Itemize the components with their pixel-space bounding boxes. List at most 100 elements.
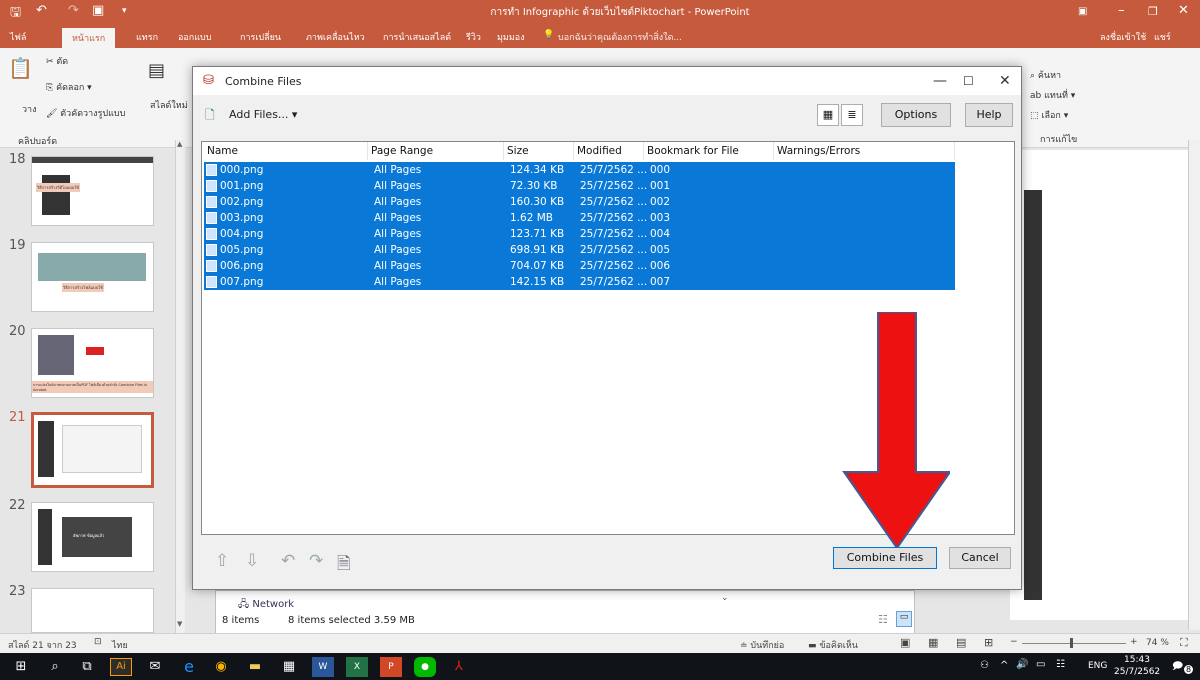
tab-animations[interactable]: ภาพเคลื่อนไหว xyxy=(306,30,365,44)
illustrator-icon[interactable]: Ai xyxy=(110,658,132,676)
cancel-button[interactable]: Cancel xyxy=(949,547,1011,569)
fit-window-icon[interactable]: ⛶ xyxy=(1180,636,1188,650)
new-slide-icon[interactable]: ▤ xyxy=(148,60,165,81)
zoom-in-icon[interactable]: + xyxy=(1130,637,1138,647)
tab-file[interactable]: ไฟล์ xyxy=(10,30,26,44)
col-bookmark[interactable]: Bookmark for File xyxy=(644,142,774,160)
spellcheck-icon[interactable]: ⊡ xyxy=(94,637,102,647)
dialog-maximize-icon[interactable]: ☐ xyxy=(963,74,974,88)
calculator-icon[interactable]: ▦ xyxy=(278,657,300,677)
move-up-icon[interactable]: ⇧ xyxy=(215,551,229,571)
close-icon[interactable]: ✕ xyxy=(1178,3,1189,18)
notes-button[interactable]: ≐ บันทึกย่อ xyxy=(740,638,784,652)
scroll-down-icon[interactable]: ▼ xyxy=(177,620,182,628)
cut-button[interactable]: ✂ ตัด xyxy=(46,54,68,68)
col-modified[interactable]: Modified xyxy=(574,142,644,160)
reading-view-icon[interactable]: ▤ xyxy=(956,636,966,649)
move-down-icon[interactable]: ⇩ xyxy=(245,551,259,571)
main-scrollbar[interactable] xyxy=(1188,140,1200,630)
options-button[interactable]: Options xyxy=(881,103,951,127)
file-row[interactable]: 001.png All Pages 72.30 KB 25/7/2562 ... 001 xyxy=(204,178,955,194)
dialog-close-icon[interactable]: ✕ xyxy=(999,73,1011,89)
tab-home[interactable]: หน้าแรก xyxy=(62,28,116,48)
add-files-button[interactable]: Add Files... ▾ xyxy=(229,108,297,121)
format-painter-button[interactable]: 🖌 ตัวคัดวางรูปแบบ xyxy=(46,106,125,120)
slide-thumb-21[interactable] xyxy=(31,412,154,488)
tab-view[interactable]: มุมมอง xyxy=(497,30,525,44)
new-slide-label[interactable]: สไลด์ใหม่ xyxy=(150,98,188,112)
notification-icon[interactable]: 🗩 xyxy=(1172,659,1183,676)
col-warnings[interactable]: Warnings/Errors xyxy=(774,142,955,160)
acrobat-taskbar-icon[interactable]: ⅄ xyxy=(448,657,470,677)
ime-icon[interactable]: ☷ xyxy=(1056,659,1065,670)
customize-icon[interactable]: ▾ xyxy=(122,6,127,16)
help-button[interactable]: Help xyxy=(965,103,1013,127)
powerpoint-icon[interactable]: P xyxy=(380,657,402,677)
file-row[interactable]: 000.png All Pages 124.34 KB 25/7/2562 ... 00… xyxy=(204,162,955,178)
slide-thumb-22[interactable]: อัพภาพ ข้อมูลแล้ว xyxy=(31,502,154,572)
chevron-down-icon[interactable]: ⌄ xyxy=(721,593,729,603)
undo-icon[interactable]: ↶ xyxy=(281,551,295,571)
volume-icon[interactable]: 🔊 xyxy=(1016,659,1028,670)
people-icon[interactable]: ⚇ xyxy=(980,660,989,671)
comments-button[interactable]: ▬ ข้อคิดเห็น xyxy=(808,638,858,652)
minimize-icon[interactable]: – xyxy=(1118,3,1125,18)
dialog-minimize-icon[interactable]: — xyxy=(933,73,947,89)
tab-design[interactable]: ออกแบบ xyxy=(178,30,212,44)
excel-icon[interactable]: X xyxy=(346,657,368,677)
preview-view-icon[interactable]: ▭ xyxy=(896,611,912,627)
tray-chevron-icon[interactable]: ^ xyxy=(1000,660,1008,671)
file-row[interactable]: 006.png All Pages 704.07 KB 25/7/2562 ... 00… xyxy=(204,258,955,274)
slides-scrollbar[interactable]: ▲ ▼ xyxy=(175,140,185,635)
thumbnail-view-icon[interactable]: ▦ xyxy=(817,104,839,126)
add-files-icon[interactable]: 🗋 xyxy=(205,106,215,127)
slideshow-view-icon[interactable]: ⊞ xyxy=(984,636,993,649)
zoom-out-icon[interactable]: − xyxy=(1010,637,1018,647)
ribbon-options-icon[interactable]: ▣ xyxy=(1078,6,1087,17)
combine-files-button[interactable]: Combine Files xyxy=(833,547,937,569)
windows-start-icon[interactable]: ⊞ xyxy=(10,657,32,677)
network-item[interactable]: 🖧 Network xyxy=(238,597,294,614)
current-slide[interactable] xyxy=(1010,150,1188,620)
select-button[interactable]: ⬚ เลือก ▾ xyxy=(1030,108,1068,122)
task-view-icon[interactable]: ⧉ xyxy=(76,657,98,677)
network-tray-icon[interactable]: ▭ xyxy=(1036,659,1045,670)
slide-thumb-23[interactable] xyxy=(31,588,154,633)
clock-time[interactable]: 15:43 xyxy=(1124,655,1150,665)
copy-button[interactable]: ⎘ คัดลอก ▾ xyxy=(46,80,92,94)
save-icon[interactable]: 🖫 xyxy=(10,3,21,25)
redo-icon[interactable]: ↷ xyxy=(309,551,323,571)
scroll-up-icon[interactable]: ▲ xyxy=(177,140,182,148)
slide-thumb-20[interactable]: การแปลงไฟล์ภาพหลายภาพเป็นPDF ไฟล์เดียวด้… xyxy=(31,328,154,398)
paste-icon[interactable]: 📋 xyxy=(8,56,33,80)
col-page-range[interactable]: Page Range xyxy=(368,142,504,160)
file-explorer-icon[interactable]: ▬ xyxy=(244,657,266,677)
tab-insert[interactable]: แทรก xyxy=(136,30,158,44)
slide-thumb-18[interactable]: วิธีการสร้างวิดีโอแบบใช้ xyxy=(31,156,154,226)
undo-icon[interactable]: ↶ xyxy=(36,3,47,18)
find-button[interactable]: ⌕ ค้นหา xyxy=(1030,68,1061,82)
list-view-icon[interactable]: ≣ xyxy=(841,104,863,126)
input-language[interactable]: ENG xyxy=(1088,661,1107,671)
details-view-icon[interactable]: ☷ xyxy=(878,613,888,626)
replace-button[interactable]: ab แทนที่ ▾ xyxy=(1030,88,1075,102)
tab-slideshow[interactable]: การนำเสนอสไลด์ xyxy=(383,30,451,44)
search-icon[interactable]: ⌕ xyxy=(44,657,66,677)
col-size[interactable]: Size xyxy=(504,142,574,160)
tell-me-box[interactable]: บอกฉันว่าคุณต้องการทำสิ่งใด... xyxy=(558,30,682,44)
language-label[interactable]: ไทย xyxy=(112,638,128,652)
tab-review[interactable]: รีวิว xyxy=(466,30,481,44)
tab-transitions[interactable]: การเปลี่ยน xyxy=(240,30,281,44)
file-row[interactable]: 007.png All Pages 142.15 KB 25/7/2562 ... 00… xyxy=(204,274,955,290)
clock-date[interactable]: 25/7/2562 xyxy=(1114,667,1160,677)
redo-icon[interactable]: ↷ xyxy=(68,3,79,18)
file-row[interactable]: 003.png All Pages 1.62 MB 25/7/2562 ... 003 xyxy=(204,210,955,226)
zoom-level[interactable]: 74 % xyxy=(1146,638,1169,648)
normal-view-icon[interactable]: ▣ xyxy=(900,636,910,649)
signin-link[interactable]: ลงชื่อเข้าใช้ xyxy=(1100,30,1146,44)
zoom-thumb[interactable] xyxy=(1070,638,1073,648)
slide-thumb-19[interactable]: วิธีการสร้างไฟล์แบบใช้ xyxy=(31,242,154,312)
col-name[interactable]: Name xyxy=(204,142,368,160)
sorter-view-icon[interactable]: ▦ xyxy=(928,636,938,649)
slideshow-icon[interactable]: ▣ xyxy=(92,3,104,18)
